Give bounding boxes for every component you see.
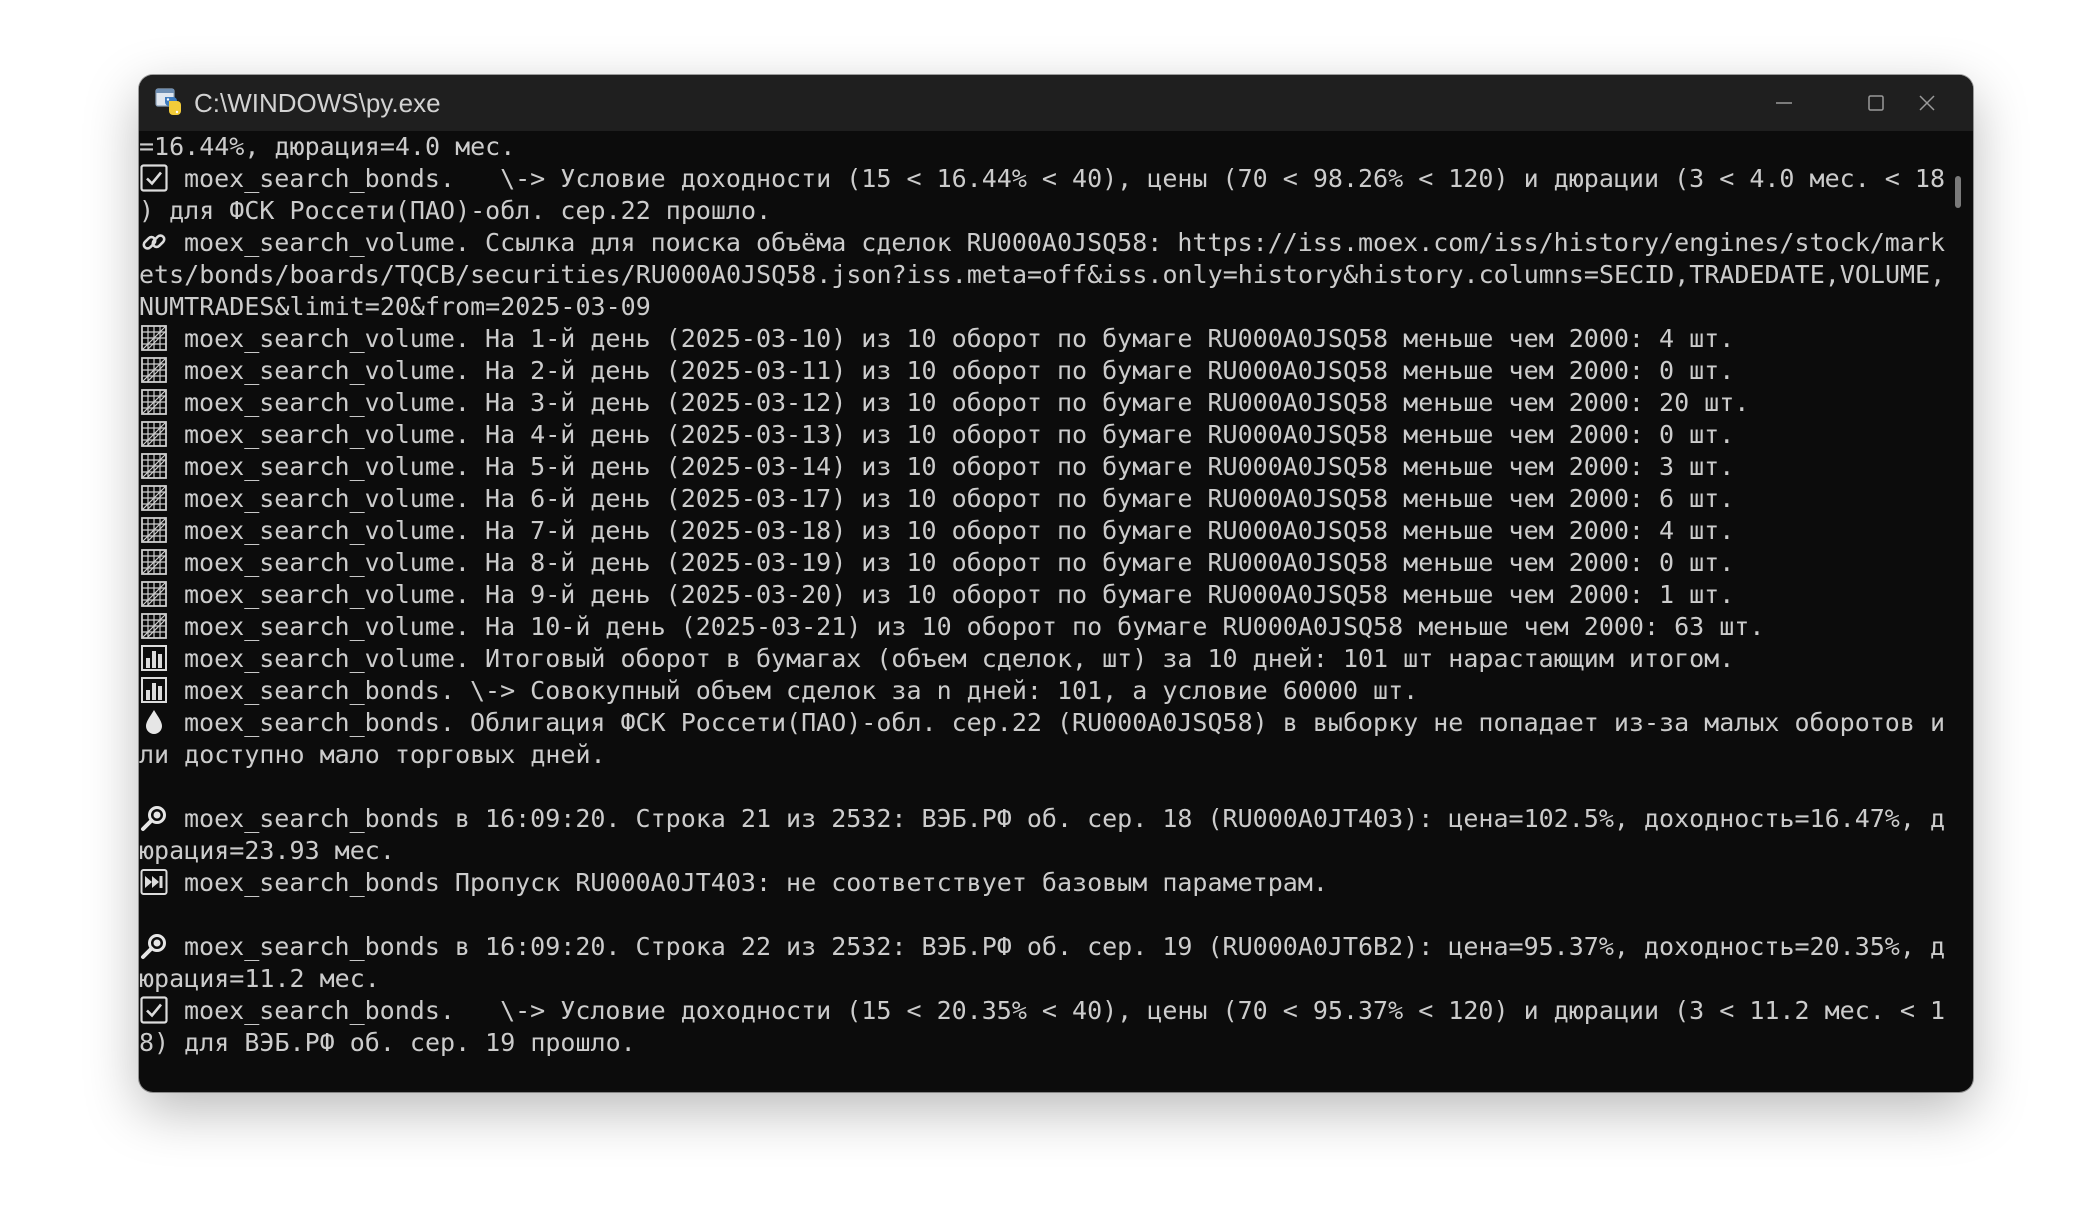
check-box-icon: [139, 995, 169, 1025]
console-line: moex_search_bonds. \-> Условие доходност…: [139, 163, 1945, 195]
console-line: ли доступно мало торговых дней.: [139, 739, 606, 771]
console-line-text: moex_search_bonds в 16:09:20. Строка 22 …: [184, 932, 1945, 961]
console-line: 8) для ВЭБ.РФ об. сер. 19 прошло.: [139, 1027, 636, 1059]
calendar-icon: [139, 387, 169, 417]
minimize-button[interactable]: [1738, 75, 1830, 131]
console-line-text: moex_search_volume. На 8-й день (2025-03…: [184, 548, 1735, 577]
calendar-icon: [139, 419, 169, 449]
console-line: moex_search_volume. На 5-й день (2025-03…: [139, 451, 1734, 483]
console-line: NUMTRADES&limit=20&from=2025-03-09: [139, 291, 651, 323]
check-box-icon: [139, 163, 169, 193]
console-line: ) для ФСК Россети(ПАО)-обл. сер.22 прошл…: [139, 195, 771, 227]
close-button[interactable]: [1881, 75, 1973, 131]
console-line-text: moex_search_volume. На 6-й день (2025-03…: [184, 484, 1735, 513]
console-line: moex_search_bonds в 16:09:20. Строка 21 …: [139, 803, 1945, 835]
console-line: moex_search_bonds. Облигация ФСК Россети…: [139, 707, 1945, 739]
calendar-icon: [139, 355, 169, 385]
console-line: moex_search_volume. На 4-й день (2025-03…: [139, 419, 1734, 451]
console-line-text: ets/bonds/boards/TQCB/securities/RU000A0…: [139, 260, 1946, 289]
console-line-text: moex_search_volume. На 9-й день (2025-03…: [184, 580, 1735, 609]
console-line: moex_search_volume. На 2-й день (2025-03…: [139, 355, 1734, 387]
bar-chart-icon: [139, 675, 169, 705]
console-line-text: =16.44%, дюрация=4.0 мес.: [139, 132, 516, 161]
magnifier-icon: [139, 803, 169, 833]
console-line: moex_search_volume. Итоговый оборот в бу…: [139, 643, 1734, 675]
console-line-text: moex_search_volume. На 2-й день (2025-03…: [184, 356, 1735, 385]
console-line-text: moex_search_volume. Ссылка для поиска об…: [184, 228, 1945, 257]
calendar-icon: [139, 515, 169, 545]
bar-chart-icon: [139, 643, 169, 673]
console-line-text: ) для ФСК Россети(ПАО)-обл. сер.22 прошл…: [139, 196, 772, 225]
console-line-text: moex_search_bonds. Облигация ФСК Россети…: [184, 708, 1945, 737]
console-line: moex_search_bonds. \-> Совокупный объем …: [139, 675, 1418, 707]
console-line-text: moex_search_volume. На 5-й день (2025-03…: [184, 452, 1735, 481]
console-line-text: 8) для ВЭБ.РФ об. сер. 19 прошло.: [139, 1028, 636, 1057]
droplet-icon: [139, 707, 169, 737]
console-line: moex_search_bonds в 16:09:20. Строка 22 …: [139, 931, 1945, 963]
skip-icon: [139, 867, 169, 897]
console-line: юрация=11.2 мес.: [139, 963, 380, 995]
calendar-icon: [139, 547, 169, 577]
console-line-text: moex_search_bonds. \-> Условие доходност…: [184, 996, 1945, 1025]
magnifier-icon: [139, 931, 169, 961]
console-line-text: moex_search_volume. На 10-й день (2025-0…: [184, 612, 1765, 641]
console-line-text: moex_search_volume. На 1-й день (2025-03…: [184, 324, 1735, 353]
title-bar[interactable]: C:\WINDOWS\py.exe: [139, 75, 1973, 131]
console-line: moex_search_volume. На 1-й день (2025-03…: [139, 323, 1734, 355]
console-line: moex_search_volume. На 7-й день (2025-03…: [139, 515, 1734, 547]
window-title: C:\WINDOWS\py.exe: [194, 88, 441, 118]
console-line: ets/bonds/boards/TQCB/securities/RU000A0…: [139, 259, 1945, 291]
calendar-icon: [139, 611, 169, 641]
console-line-text: moex_search_bonds в 16:09:20. Строка 21 …: [184, 804, 1945, 833]
calendar-icon: [139, 323, 169, 353]
console-line: moex_search_volume. На 3-й день (2025-03…: [139, 387, 1749, 419]
console-line-text: юрация=11.2 мес.: [139, 964, 380, 993]
calendar-icon: [139, 579, 169, 609]
scrollbar-thumb[interactable]: [1955, 176, 1961, 208]
console-line-text: moex_search_bonds. \-> Совокупный объем …: [184, 676, 1419, 705]
scrollbar[interactable]: [1953, 131, 1973, 1092]
console-line-text: moex_search_bonds. \-> Условие доходност…: [184, 164, 1945, 193]
console-line: moex_search_bonds. \-> Условие доходност…: [139, 995, 1945, 1027]
close-icon: [1919, 95, 1935, 111]
calendar-icon: [139, 451, 169, 481]
console-output[interactable]: =16.44%, дюрация=4.0 мес. moex_search_bon…: [139, 131, 1945, 1092]
console-line-text: moex_search_volume. Итоговый оборот в бу…: [184, 644, 1735, 673]
console-line: moex_search_volume. Ссылка для поиска об…: [139, 227, 1945, 259]
console-line-text: ли доступно мало торговых дней.: [139, 740, 606, 769]
console-line: moex_search_volume. На 9-й день (2025-03…: [139, 579, 1734, 611]
console-line-text: юрация=23.93 мес.: [139, 836, 395, 865]
console-line-text: moex_search_volume. На 3-й день (2025-03…: [184, 388, 1750, 417]
console-line-text: NUMTRADES&limit=20&from=2025-03-09: [139, 292, 651, 321]
console-line-text: moex_search_volume. На 4-й день (2025-03…: [184, 420, 1735, 449]
minimize-icon: [1776, 102, 1792, 104]
console-line-text: moex_search_volume. На 7-й день (2025-03…: [184, 516, 1735, 545]
console-line: moex_search_bonds Пропуск RU000A0JT403: …: [139, 867, 1328, 899]
console-line-text: moex_search_bonds Пропуск RU000A0JT403: …: [184, 868, 1328, 897]
console-line: moex_search_volume. На 6-й день (2025-03…: [139, 483, 1734, 515]
calendar-icon: [139, 483, 169, 513]
python-app-icon: [155, 88, 181, 115]
console-line: moex_search_volume. На 10-й день (2025-0…: [139, 611, 1764, 643]
console-line: юрация=23.93 мес.: [139, 835, 395, 867]
console-line: moex_search_volume. На 8-й день (2025-03…: [139, 547, 1734, 579]
console-window: C:\WINDOWS\py.exe =16.44%, дюрация=4.0 м…: [139, 75, 1973, 1092]
link-icon: [139, 227, 169, 257]
console-line: =16.44%, дюрация=4.0 мес.: [139, 131, 515, 163]
